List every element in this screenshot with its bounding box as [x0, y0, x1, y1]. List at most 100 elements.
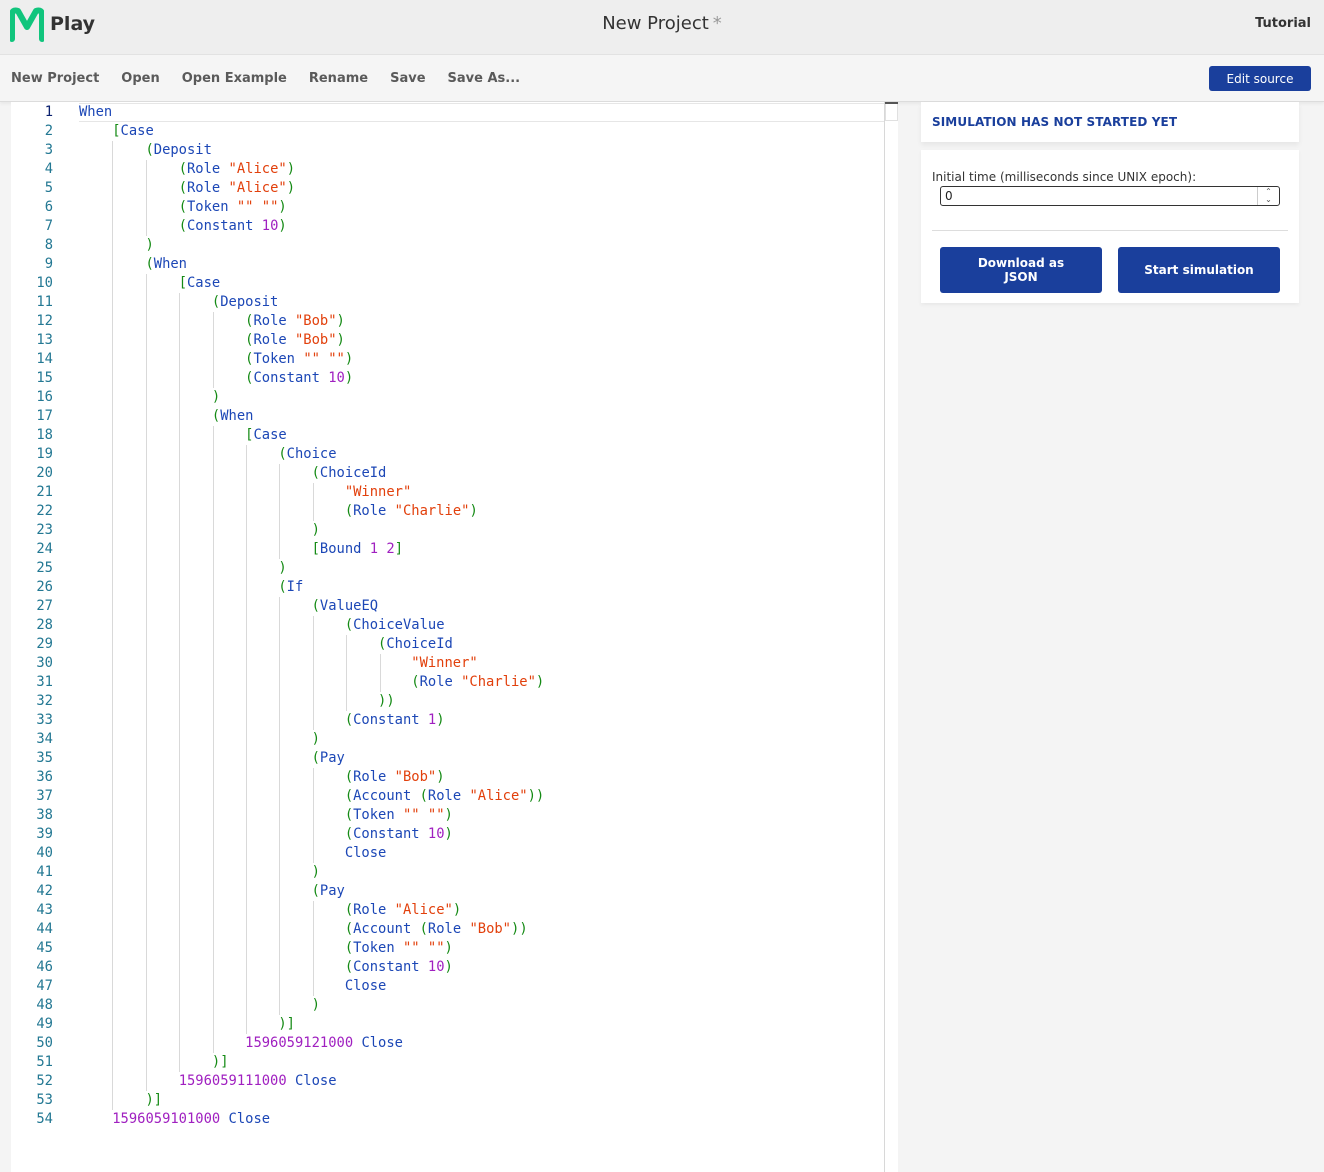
download-json-button[interactable]: Download as JSON [940, 247, 1102, 293]
save-button[interactable]: Save [390, 71, 425, 86]
code-line[interactable]: 41 ) [11, 863, 881, 882]
number-stepper-icon[interactable]: ⌃ ⌄ [1257, 187, 1279, 205]
code-text: ) [311, 522, 320, 538]
code-line[interactable]: 46 (Constant 10) [11, 958, 881, 977]
code-line[interactable]: 3 (Deposit [11, 141, 881, 160]
logo[interactable]: Play [10, 5, 95, 43]
code-text: (Role "Alice") [344, 902, 462, 918]
code-line[interactable]: 34 ) [11, 730, 881, 749]
code-line[interactable]: 45 (Token "" "") [11, 939, 881, 958]
initial-time-input[interactable]: 0 ⌃ ⌄ [940, 186, 1280, 206]
line-number: 37 [36, 788, 53, 804]
code-line[interactable]: 36 (Role "Bob") [11, 768, 881, 787]
code-line[interactable]: 7 (Constant 10) [11, 217, 881, 236]
new-project-button[interactable]: New Project [11, 71, 99, 86]
code-text: (Role "Bob") [245, 313, 345, 329]
code-line[interactable]: 40 Close [11, 844, 881, 863]
code-line[interactable]: 32 )) [11, 692, 881, 711]
line-number: 8 [44, 237, 53, 253]
code-line[interactable]: 16 ) [11, 388, 881, 407]
app-header: Play New Project * Tutorial [0, 0, 1324, 55]
code-text: "Winner" [344, 484, 412, 500]
code-line[interactable]: 50 1596059121000 Close [11, 1034, 881, 1053]
code-line[interactable]: 54 1596059101000 Close [11, 1110, 881, 1129]
code-line[interactable]: 23 ) [11, 521, 881, 540]
code-text: (Token "" "") [178, 199, 287, 215]
code-line[interactable]: 27 (ValueEQ [11, 597, 881, 616]
save-as-button[interactable]: Save As... [448, 71, 521, 86]
code-line[interactable]: 8 ) [11, 236, 881, 255]
line-number: 16 [36, 389, 53, 405]
open-button[interactable]: Open [121, 71, 159, 86]
code-line[interactable]: 28 (ChoiceValue [11, 616, 881, 635]
line-number: 52 [36, 1073, 53, 1089]
code-line[interactable]: 5 (Role "Alice") [11, 179, 881, 198]
code-line[interactable]: 26 (If [11, 578, 881, 597]
rename-button[interactable]: Rename [309, 71, 368, 86]
code-line[interactable]: 4 (Role "Alice") [11, 160, 881, 179]
code-line[interactable]: 42 (Pay [11, 882, 881, 901]
code-line[interactable]: 22 (Role "Charlie") [11, 502, 881, 521]
code-line[interactable]: 29 (ChoiceId [11, 635, 881, 654]
code-line[interactable]: 2 [Case [11, 122, 881, 141]
code-line[interactable]: 19 (Choice [11, 445, 881, 464]
download-json-label: Download as JSON [977, 256, 1065, 284]
editor-scrollbar[interactable] [884, 102, 885, 1172]
line-number: 19 [36, 446, 53, 462]
open-example-button[interactable]: Open Example [182, 71, 287, 86]
code-line[interactable]: 37 (Account (Role "Alice")) [11, 787, 881, 806]
tutorial-link[interactable]: Tutorial [1255, 16, 1311, 31]
line-number: 36 [36, 769, 53, 785]
code-text: (Role "Bob") [245, 332, 345, 348]
code-line[interactable]: 30 "Winner" [11, 654, 881, 673]
code-line[interactable]: 24 [Bound 1 2] [11, 540, 881, 559]
code-editor[interactable]: 1 When 2 [Case 3 (Deposit 4 (Role "Alice") 5 … [11, 102, 898, 1172]
code-line[interactable]: 35 (Pay [11, 749, 881, 768]
code-text: 1596059111000 Close [178, 1073, 337, 1089]
line-number: 18 [36, 427, 53, 443]
toolbar: New Project Open Open Example Rename Sav… [0, 55, 1324, 102]
code-line[interactable]: 21 "Winner" [11, 483, 881, 502]
line-number: 11 [36, 294, 53, 310]
code-text: (Pay [311, 883, 345, 899]
code-line[interactable]: 44 (Account (Role "Bob")) [11, 920, 881, 939]
code-line[interactable]: 31 (Role "Charlie") [11, 673, 881, 692]
edit-source-button[interactable]: Edit source [1209, 66, 1311, 91]
line-number: 29 [36, 636, 53, 652]
code-line[interactable]: 1 When [11, 103, 881, 122]
line-number: 54 [36, 1111, 53, 1127]
line-number: 41 [36, 864, 53, 880]
code-line[interactable]: 52 1596059111000 Close [11, 1072, 881, 1091]
code-line[interactable]: 38 (Token "" "") [11, 806, 881, 825]
code-line[interactable]: 6 (Token "" "") [11, 198, 881, 217]
code-line[interactable]: 13 (Role "Bob") [11, 331, 881, 350]
code-line[interactable]: 47 Close [11, 977, 881, 996]
code-line[interactable]: 33 (Constant 1) [11, 711, 881, 730]
code-text: (ValueEQ [311, 598, 379, 614]
code-line[interactable]: 48 ) [11, 996, 881, 1015]
code-line[interactable]: 11 (Deposit [11, 293, 881, 312]
code-line[interactable]: 9 (When [11, 255, 881, 274]
code-line[interactable]: 14 (Token "" "") [11, 350, 881, 369]
code-line[interactable]: 18 [Case [11, 426, 881, 445]
code-line[interactable]: 15 (Constant 10) [11, 369, 881, 388]
code-line[interactable]: 49 )] [11, 1015, 881, 1034]
code-line[interactable]: 17 (When [11, 407, 881, 426]
line-number: 3 [44, 142, 53, 158]
start-simulation-button[interactable]: Start simulation [1118, 247, 1280, 293]
code-line[interactable]: 12 (Role "Bob") [11, 312, 881, 331]
line-number: 7 [44, 218, 53, 234]
code-line[interactable]: 43 (Role "Alice") [11, 901, 881, 920]
code-line[interactable]: 10 [Case [11, 274, 881, 293]
code-line[interactable]: 39 (Constant 10) [11, 825, 881, 844]
code-line[interactable]: 51 )] [11, 1053, 881, 1072]
code-text: "Winner" [411, 655, 478, 671]
line-number: 39 [36, 826, 53, 842]
line-number: 32 [36, 693, 53, 709]
line-number: 48 [36, 997, 53, 1013]
code-line[interactable]: 53 )] [11, 1091, 881, 1110]
code-line[interactable]: 20 (ChoiceId [11, 464, 881, 483]
line-number: 47 [36, 978, 53, 994]
line-number: 28 [36, 617, 53, 633]
code-line[interactable]: 25 ) [11, 559, 881, 578]
